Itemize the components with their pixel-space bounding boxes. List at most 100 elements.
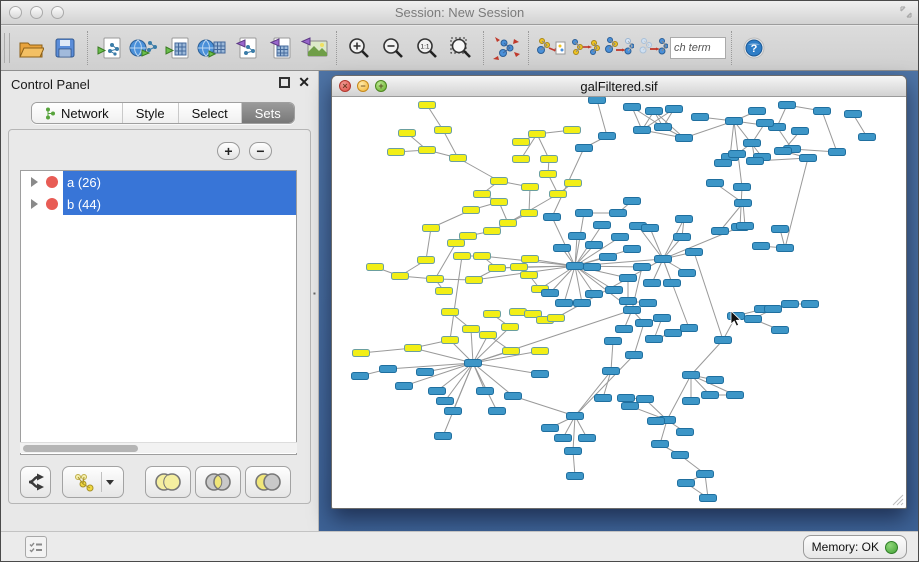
set-label: b (44) — [67, 197, 101, 212]
graph-node — [715, 337, 732, 344]
zoom-selected-button[interactable] — [444, 30, 478, 66]
graph-node — [423, 225, 440, 232]
graph-node — [654, 315, 671, 322]
graph-node — [594, 222, 611, 229]
split-set-button[interactable] — [20, 466, 51, 498]
tab-style[interactable]: Style — [123, 103, 179, 123]
graph-node — [419, 102, 436, 109]
graph-node — [646, 336, 663, 343]
graph-node — [616, 326, 633, 333]
graph-node — [678, 480, 695, 487]
expander-icon[interactable] — [31, 199, 38, 209]
graph-node — [484, 228, 501, 235]
graph-node — [727, 392, 744, 399]
export-network-button[interactable] — [229, 30, 263, 66]
import-network-url-button[interactable] — [127, 30, 161, 66]
set-color-dot — [46, 176, 58, 188]
tab-select[interactable]: Select — [179, 103, 242, 123]
graph-node — [622, 403, 639, 410]
dropdown-caret-icon[interactable] — [106, 480, 114, 485]
search-input[interactable] — [670, 37, 726, 59]
main-toolbar: 1:1 ? — [1, 26, 918, 71]
graph-node — [380, 366, 397, 373]
create-set-from-network-button[interactable] — [62, 466, 124, 498]
network-diff-fade-button[interactable] — [636, 30, 670, 66]
graph-node — [753, 243, 770, 250]
graph-node — [749, 108, 766, 115]
graph-node — [677, 429, 694, 436]
network-view-window[interactable]: × − + galFiltered.sif — [331, 75, 907, 509]
graph-node — [626, 352, 643, 359]
union-button[interactable] — [145, 466, 191, 498]
remove-set-button[interactable]: − — [249, 142, 272, 160]
tab-sets[interactable]: Sets — [242, 103, 294, 123]
venn-intersection-icon — [202, 472, 234, 492]
graph-node — [429, 388, 446, 395]
list-item[interactable]: a (26) — [21, 171, 296, 193]
close-panel-icon[interactable]: ✕ — [298, 77, 310, 88]
clone-network-button[interactable] — [534, 30, 568, 66]
network-canvas[interactable] — [332, 97, 906, 504]
network-window-titlebar[interactable]: × − + galFiltered.sif — [332, 76, 906, 97]
add-set-button[interactable]: + — [217, 142, 240, 160]
graph-node — [683, 372, 700, 379]
network-diff-button[interactable] — [602, 30, 636, 66]
graph-node — [489, 265, 506, 272]
export-table-button[interactable] — [263, 30, 297, 66]
graph-node — [595, 395, 612, 402]
scrollbar-thumb[interactable] — [23, 445, 138, 452]
list-item[interactable]: b (44) — [21, 193, 296, 215]
graph-node — [829, 149, 846, 156]
import-table-url-button[interactable] — [195, 30, 229, 66]
zoom-in-button[interactable] — [342, 30, 376, 66]
graph-node — [460, 233, 477, 240]
graph-node — [548, 315, 565, 322]
graph-node — [511, 264, 528, 271]
sets-list[interactable]: a (26) b (44) — [20, 170, 297, 455]
graph-node — [513, 139, 530, 146]
status-bar: Memory: OK — [1, 531, 918, 562]
graph-node — [800, 155, 817, 162]
float-panel-icon[interactable] — [279, 77, 290, 88]
network-tree-icon — [45, 107, 56, 120]
zoom-out-button[interactable] — [376, 30, 410, 66]
graph-node — [576, 210, 593, 217]
help-button[interactable]: ? — [737, 30, 771, 66]
graph-node — [480, 332, 497, 339]
graph-node — [655, 124, 672, 131]
graph-node — [463, 326, 480, 333]
toolbar-drag-handle[interactable] — [4, 33, 10, 63]
graph-node — [463, 207, 480, 214]
graph-node — [569, 233, 586, 240]
graph-node — [624, 104, 641, 111]
toolbar-separator — [483, 31, 484, 65]
intersection-button[interactable] — [195, 466, 241, 498]
import-table-file-button[interactable] — [161, 30, 195, 66]
app-titlebar: Session: New Session — [1, 1, 918, 25]
apply-layout-button[interactable] — [489, 30, 523, 66]
memory-status-button[interactable]: Memory: OK — [803, 535, 907, 559]
graph-node — [556, 300, 573, 307]
zoom-fit-button[interactable]: 1:1 — [410, 30, 444, 66]
expander-icon[interactable] — [31, 177, 38, 187]
graph-node — [484, 311, 501, 318]
fullscreen-icon[interactable] — [900, 6, 912, 18]
task-history-button[interactable] — [25, 536, 47, 558]
horizontal-scrollbar[interactable] — [20, 442, 297, 453]
save-session-button[interactable] — [48, 30, 82, 66]
resize-grip-icon[interactable] — [892, 494, 904, 506]
import-network-file-button[interactable] — [93, 30, 127, 66]
graph-node — [620, 275, 637, 282]
create-view-button[interactable] — [568, 30, 602, 66]
graph-node — [477, 388, 494, 395]
graph-node — [646, 108, 663, 115]
export-image-button[interactable] — [297, 30, 331, 66]
graph-node — [600, 254, 617, 261]
graph-node — [700, 495, 717, 502]
graph-node — [388, 149, 405, 156]
tab-network[interactable]: Network — [32, 103, 123, 123]
open-file-button[interactable] — [14, 30, 48, 66]
panel-collapse-handle[interactable]: ▪ — [313, 289, 318, 299]
graph-node — [542, 425, 559, 432]
difference-button[interactable] — [245, 466, 291, 498]
